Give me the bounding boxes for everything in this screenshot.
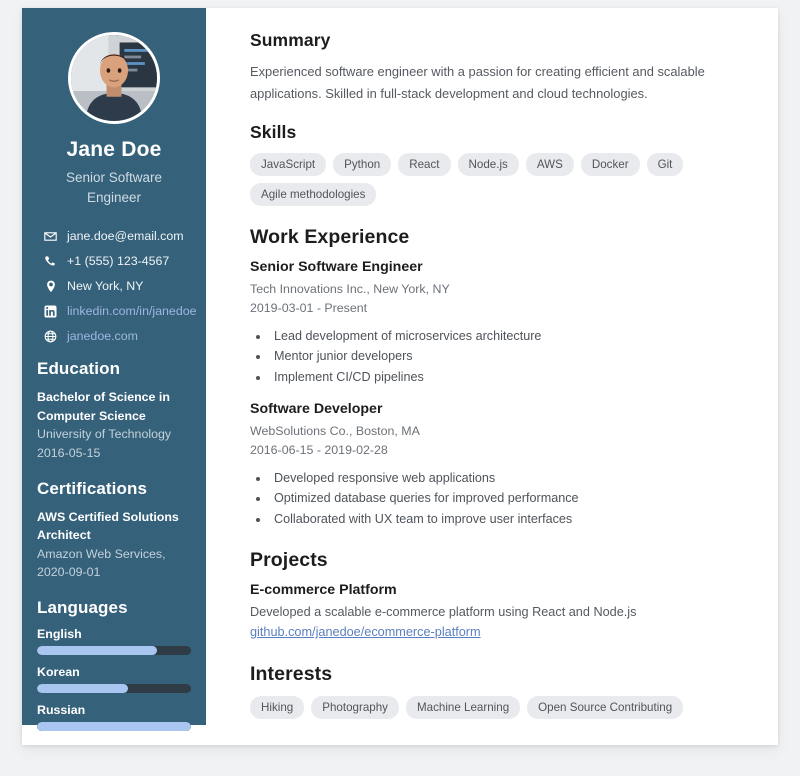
language-progress-track xyxy=(37,722,191,731)
contact-location-text: New York, NY xyxy=(67,279,144,294)
job-entry: Senior Software Engineer Tech Innovation… xyxy=(250,259,748,386)
projects-heading: Projects xyxy=(250,548,328,571)
project-link[interactable]: github.com/janedoe/ecommerce-platform xyxy=(250,622,481,642)
skill-tag: AWS xyxy=(525,153,574,177)
work-experience-heading: Work Experience xyxy=(250,226,410,249)
job-bullet: Collaborated with UX team to improve use… xyxy=(270,510,748,529)
skill-tag: Docker xyxy=(580,153,640,177)
summary-text: Experienced software engineer with a pas… xyxy=(250,64,705,102)
job-bullet-list: Lead development of microservices archit… xyxy=(270,327,748,387)
languages-heading: Languages xyxy=(37,598,128,617)
language-progress-fill xyxy=(37,722,191,731)
job-dates: 2016-06-15 - 2019-02-28 xyxy=(250,443,388,458)
certification-issuer: Amazon Web Services, 2020-09-01 xyxy=(37,546,166,580)
language-progress-track xyxy=(37,646,191,655)
job-bullet-list: Developed responsive web applications Op… xyxy=(270,469,748,529)
job-entry: Software Developer WebSolutions Co., Bos… xyxy=(250,401,748,528)
job-title: Senior Software Engineer xyxy=(250,259,423,276)
skill-tag: Agile methodologies xyxy=(250,183,377,207)
education-heading: Education xyxy=(37,359,121,379)
education-section: Education Bachelor of Science in Compute… xyxy=(37,359,191,462)
job-title: Software Developer xyxy=(250,401,383,418)
envelope-icon xyxy=(42,230,59,243)
person-title: Senior Software Engineer xyxy=(65,170,163,205)
education-degree: Bachelor of Science in Computer Science xyxy=(37,390,170,423)
contact-email-text: jane.doe@email.com xyxy=(67,229,184,244)
project-description: Developed a scalable e-commerce platform… xyxy=(250,604,637,619)
contact-website[interactable]: janedoe.com xyxy=(42,329,191,343)
map-pin-icon xyxy=(42,280,59,293)
globe-icon xyxy=(42,330,59,343)
languages-section: Languages English Korean Russian xyxy=(37,598,191,731)
skills-tag-list: JavaScript Python React Node.js AWS Dock… xyxy=(250,153,748,207)
education-date: 2016-05-15 xyxy=(37,445,101,460)
skill-tag: Node.js xyxy=(457,153,519,177)
interests-heading: Interests xyxy=(250,662,333,685)
certifications-heading: Certifications xyxy=(37,478,148,498)
job-bullet: Mentor junior developers xyxy=(270,347,748,366)
education-school: University of Technology xyxy=(37,427,172,442)
education-entry: Bachelor of Science in Computer Science … xyxy=(37,388,191,462)
language-item: English xyxy=(37,627,191,655)
language-item: Russian xyxy=(37,703,191,731)
certifications-section: Certifications AWS Certified Solutions A… xyxy=(37,479,191,582)
avatar-container xyxy=(37,32,191,124)
profile-photo-illustration xyxy=(71,35,157,121)
linkedin-icon xyxy=(42,305,59,318)
job-dates: 2019-03-01 - Present xyxy=(250,300,368,315)
projects-section: Projects E-commerce Platform Developed a… xyxy=(250,549,748,643)
contact-linkedin[interactable]: linkedin.com/in/janedoe xyxy=(42,304,197,318)
skills-section: Skills JavaScript Python React Node.js A… xyxy=(250,122,748,207)
language-progress-fill xyxy=(37,684,128,693)
job-company: Tech Innovations Inc., New York, NY xyxy=(250,282,450,297)
project-title: E-commerce Platform xyxy=(250,581,397,598)
resume-layout: Jane Doe Senior Software Engineer jane.d… xyxy=(22,8,778,745)
work-experience-section: Work Experience Senior Software Engineer… xyxy=(250,226,748,528)
language-name: Korean xyxy=(37,665,80,679)
certification-entry: AWS Certified Solutions Architect Amazon… xyxy=(37,508,191,582)
language-name: Russian xyxy=(37,703,86,717)
contact-linkedin-text: linkedin.com/in/janedoe xyxy=(67,304,197,319)
contact-phone: +1 (555) 123-4567 xyxy=(42,254,191,268)
resume-card: Jane Doe Senior Software Engineer jane.d… xyxy=(22,8,778,745)
interest-tag: Photography xyxy=(311,695,399,719)
project-entry: E-commerce Platform Developed a scalable… xyxy=(250,582,748,643)
skill-tag: Git xyxy=(646,153,684,177)
skill-tag: Python xyxy=(333,153,392,177)
skill-tag: JavaScript xyxy=(250,153,327,177)
skills-heading: Skills xyxy=(250,122,297,143)
contact-location: New York, NY xyxy=(42,279,191,293)
job-bullet: Optimized database queries for improved … xyxy=(270,489,748,508)
language-item: Korean xyxy=(37,665,191,693)
summary-section: Summary Experienced software engineer wi… xyxy=(250,30,748,105)
interests-section: Interests Hiking Photography Machine Lea… xyxy=(250,663,748,719)
language-name: English xyxy=(37,627,82,641)
profile-photo xyxy=(68,32,160,124)
contact-website-text: janedoe.com xyxy=(67,329,138,344)
skill-tag: React xyxy=(398,153,451,177)
summary-heading: Summary xyxy=(250,30,331,50)
certification-name: AWS Certified Solutions Architect xyxy=(37,509,179,543)
job-bullet: Implement CI/CD pipelines xyxy=(270,368,748,387)
contact-phone-text: +1 (555) 123-4567 xyxy=(67,254,170,269)
interest-tag: Open Source Contributing xyxy=(527,695,684,719)
job-company: WebSolutions Co., Boston, MA xyxy=(250,424,420,439)
job-bullet: Developed responsive web applications xyxy=(270,469,748,488)
interest-tag: Machine Learning xyxy=(405,695,521,719)
phone-icon xyxy=(42,255,59,268)
sidebar: Jane Doe Senior Software Engineer jane.d… xyxy=(22,8,206,731)
job-bullet: Lead development of microservices archit… xyxy=(270,327,748,346)
contact-list: jane.doe@email.com +1 (555) 123-4567 New… xyxy=(37,229,197,343)
interests-tag-list: Hiking Photography Machine Learning Open… xyxy=(250,695,748,719)
language-progress-fill xyxy=(37,646,158,655)
contact-email: jane.doe@email.com xyxy=(42,229,191,243)
language-progress-track xyxy=(37,684,191,693)
person-name: Jane Doe xyxy=(66,138,162,161)
main-content: Summary Experienced software engineer wi… xyxy=(206,8,778,739)
interest-tag: Hiking xyxy=(250,695,305,719)
